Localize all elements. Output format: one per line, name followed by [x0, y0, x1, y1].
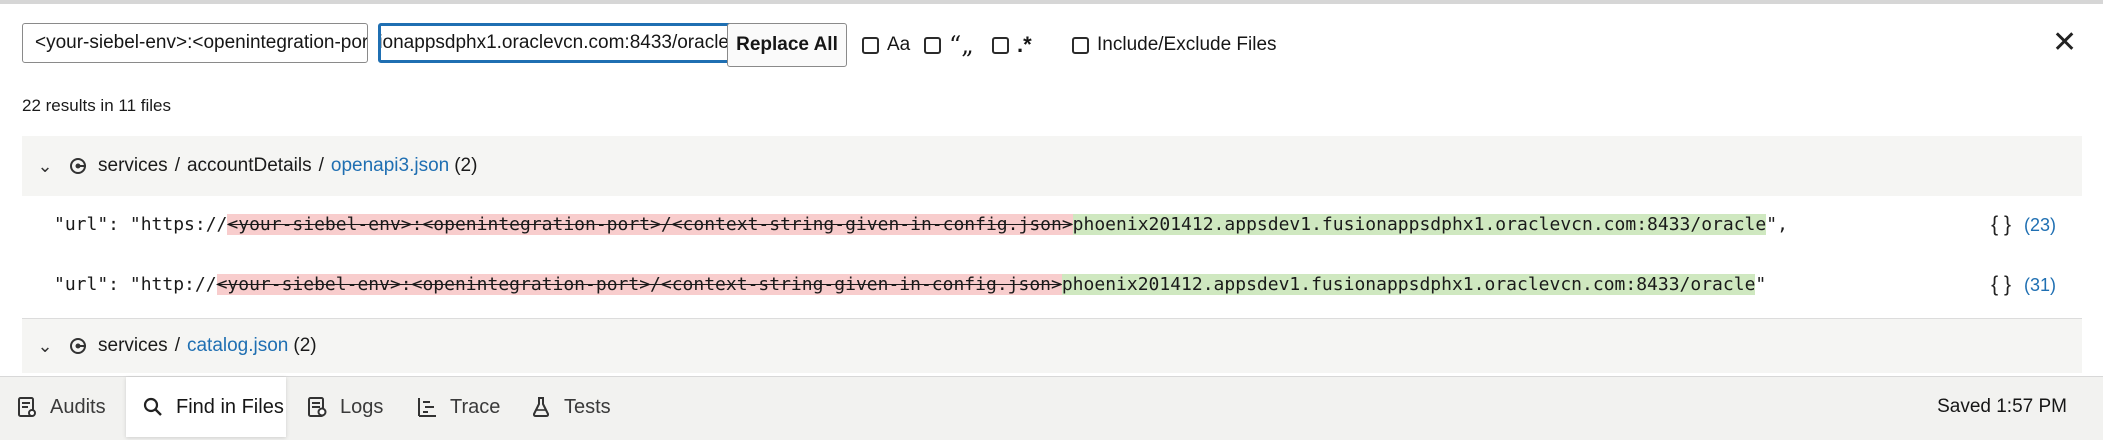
- path-separator: /: [174, 155, 180, 176]
- replace-input-value: sionappsdphx1.oraclevcn.com:8433/oracle: [378, 32, 729, 53]
- path-root: services: [98, 155, 168, 176]
- tab-label: Trace: [450, 395, 501, 418]
- tab-label: Audits: [50, 395, 106, 418]
- match-meta: { } (31): [1991, 270, 2056, 300]
- path-folder: accountDetails: [186, 155, 312, 176]
- include-exclude-checkbox[interactable]: [1072, 36, 1089, 54]
- removed-text: <your-siebel-env>:<openintegration-port>…: [227, 214, 1073, 235]
- line-number-link[interactable]: (23): [2024, 215, 2056, 235]
- match-case-checkbox[interactable]: [862, 36, 879, 54]
- match-line[interactable]: "url": "http://<your-siebel-env>:<openin…: [54, 270, 2074, 300]
- service-icon: [70, 158, 86, 174]
- chevron-down-icon[interactable]: ⌄: [34, 156, 56, 177]
- result-group-header[interactable]: ⌄ services / accountDetails / openapi3.j…: [22, 136, 2082, 196]
- whole-word-option[interactable]: “„: [924, 31, 974, 59]
- line-number-link[interactable]: (31): [2024, 275, 2056, 295]
- whole-word-label: “„: [949, 31, 974, 59]
- match-line[interactable]: "url": "https://<your-siebel-env>:<openi…: [54, 210, 2074, 240]
- tab-label: Tests: [564, 395, 611, 418]
- path-root: services: [98, 335, 168, 356]
- match-case-label: Aa: [887, 34, 911, 55]
- file-link[interactable]: catalog.json: [187, 335, 288, 357]
- match-prefix: "url": "https://: [54, 214, 228, 235]
- audits-icon: [18, 397, 36, 417]
- logs-icon: [308, 397, 327, 417]
- tab-find-in-files[interactable]: Find in Files: [126, 377, 286, 437]
- regex-option[interactable]: .*: [992, 31, 1032, 59]
- close-icon[interactable]: ✕: [2052, 28, 2077, 58]
- removed-text: <your-siebel-env>:<openintegration-port>…: [216, 274, 1062, 295]
- match-count: (2): [293, 335, 317, 356]
- replace-input[interactable]: sionappsdphx1.oraclevcn.com:8433/oracle: [378, 23, 740, 63]
- service-icon: [70, 338, 86, 354]
- chevron-down-icon[interactable]: ⌄: [34, 336, 56, 357]
- tab-tests[interactable]: Tests: [530, 377, 640, 437]
- bottom-panel-tabs: Audits Find in Files Logs Trace Tests Sa…: [0, 376, 2103, 440]
- trace-icon: [418, 398, 436, 417]
- added-text: phoenix201412.appsdev1.fusionappsdphx1.o…: [1061, 274, 1756, 295]
- path-separator: /: [318, 155, 324, 176]
- tab-audits[interactable]: Audits: [16, 377, 126, 437]
- include-exclude-option[interactable]: Include/Exclude Files: [1072, 31, 1277, 59]
- flask-icon: [532, 397, 550, 417]
- tab-label: Logs: [340, 395, 384, 418]
- tab-label: Find in Files: [176, 395, 284, 418]
- regex-checkbox[interactable]: [992, 36, 1009, 54]
- json-braces-icon: { }: [1991, 213, 2011, 236]
- search-icon: [143, 397, 162, 416]
- added-text: phoenix201412.appsdev1.fusionappsdphx1.o…: [1072, 214, 1767, 235]
- result-group-header[interactable]: ⌄ services / catalog.json (2): [22, 318, 2082, 373]
- whole-word-checkbox[interactable]: [924, 36, 941, 54]
- results-summary: 22 results in 11 files: [22, 96, 171, 115]
- find-replace-toolbar: <your-siebel-env>:<openintegration-port>…: [22, 23, 2082, 69]
- match-prefix: "url": "http://: [54, 274, 217, 295]
- save-status: Saved 1:57 PM: [1937, 396, 2067, 417]
- top-divider: [0, 0, 2103, 4]
- match-count: (2): [454, 155, 478, 176]
- tab-trace[interactable]: Trace: [416, 377, 526, 437]
- path-separator: /: [174, 335, 180, 356]
- match-meta: { } (23): [1991, 210, 2056, 240]
- json-braces-icon: { }: [1991, 273, 2011, 296]
- match-suffix: ",: [1766, 214, 1788, 235]
- tab-logs[interactable]: Logs: [306, 377, 398, 437]
- replace-all-button[interactable]: Replace All: [727, 23, 847, 67]
- file-link[interactable]: openapi3.json: [331, 155, 449, 177]
- regex-label: .*: [1017, 32, 1032, 57]
- include-exclude-label: Include/Exclude Files: [1097, 34, 1277, 55]
- find-input[interactable]: <your-siebel-env>:<openintegration-port>: [22, 23, 368, 63]
- match-case-option[interactable]: Aa: [862, 31, 910, 59]
- match-suffix: ": [1755, 274, 1767, 295]
- results-tree: ⌄ services / accountDetails / openapi3.j…: [22, 136, 2082, 376]
